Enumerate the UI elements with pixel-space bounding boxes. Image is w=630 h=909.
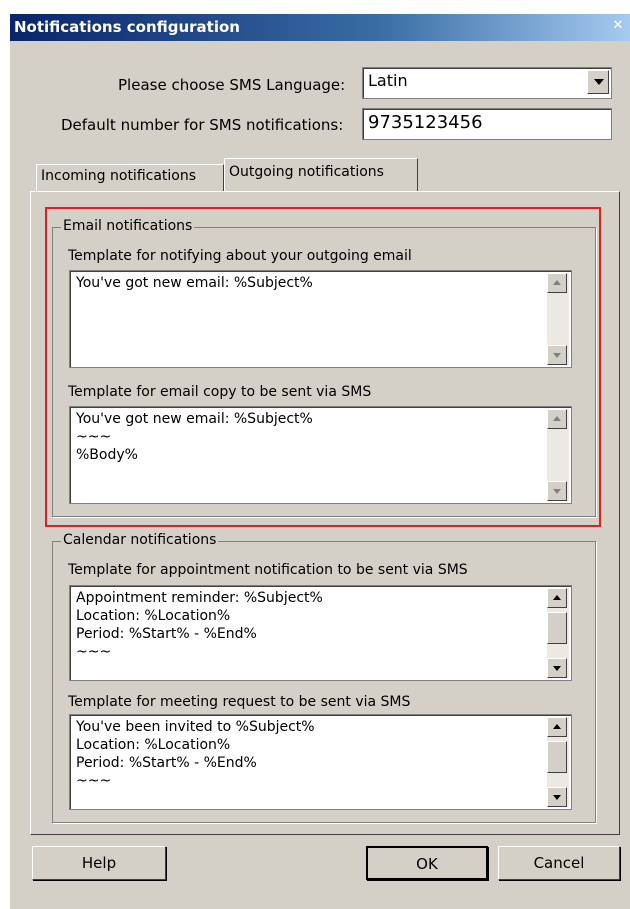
help-button[interactable]: Help xyxy=(32,846,166,880)
email-notifications-highlight xyxy=(45,207,601,527)
default-number-label: Default number for SMS notifications: xyxy=(61,116,344,134)
sms-language-value: Latin xyxy=(368,71,408,90)
sms-language-label: Please choose SMS Language: xyxy=(118,76,346,94)
default-number-value: 9735123456 xyxy=(368,112,483,133)
appointment-template-label: Template for appointment notification to… xyxy=(68,562,468,578)
meeting-request-template-text: You've been invited to %Subject% Locatio… xyxy=(76,719,315,789)
appointment-scrollbar[interactable] xyxy=(547,588,569,678)
scroll-up-icon[interactable] xyxy=(547,717,567,737)
title-bar: Notifications configuration ✕ xyxy=(10,14,630,41)
close-icon[interactable]: ✕ xyxy=(610,18,626,34)
meeting-request-template-label: Template for meeting request to be sent … xyxy=(68,694,411,710)
scroll-thumb[interactable] xyxy=(547,612,567,644)
chevron-down-icon[interactable] xyxy=(587,70,609,94)
tab-outgoing-notifications[interactable]: Outgoing notifications xyxy=(224,158,418,192)
tab-incoming-notifications[interactable]: Incoming notifications xyxy=(36,164,224,192)
window-title: Notifications configuration xyxy=(14,18,240,36)
scroll-up-icon[interactable] xyxy=(547,588,567,608)
appointment-template-input[interactable]: Appointment reminder: %Subject% Location… xyxy=(69,585,572,681)
meeting-request-template-input[interactable]: You've been invited to %Subject% Locatio… xyxy=(69,714,572,810)
scroll-down-icon[interactable] xyxy=(547,787,567,807)
default-number-field[interactable]: 9735123456 xyxy=(362,108,612,140)
scroll-down-icon[interactable] xyxy=(547,658,567,678)
meeting-request-scrollbar[interactable] xyxy=(547,717,569,807)
ok-button[interactable]: OK xyxy=(366,846,488,880)
appointment-template-text: Appointment reminder: %Subject% Location… xyxy=(76,590,323,660)
scroll-thumb[interactable] xyxy=(547,741,567,773)
sms-language-select[interactable]: Latin xyxy=(362,67,612,99)
cancel-button[interactable]: Cancel xyxy=(498,846,620,880)
calendar-notifications-title: Calendar notifications xyxy=(61,532,219,548)
